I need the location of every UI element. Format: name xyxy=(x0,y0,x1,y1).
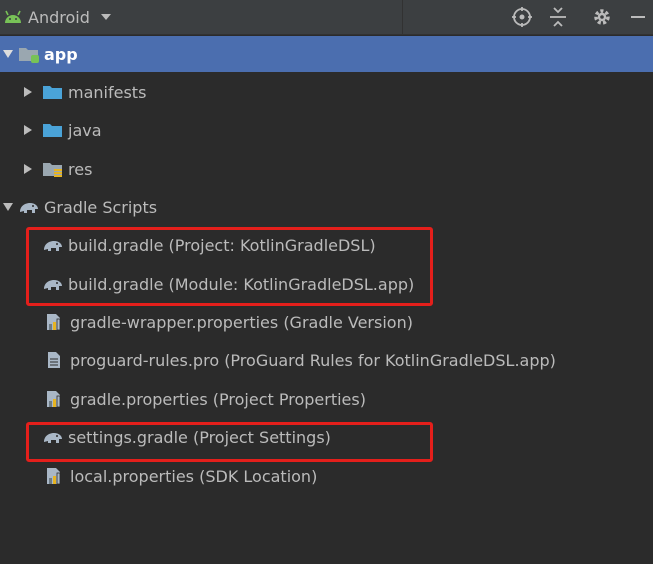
tree-item-res[interactable]: res xyxy=(0,151,653,187)
tree-item-label: app xyxy=(44,44,78,64)
expanded-arrow-icon xyxy=(3,203,13,211)
folder-icon xyxy=(43,124,62,137)
gradle-elephant-icon xyxy=(20,203,38,213)
tree-item-label: proguard-rules.pro (ProGuard Rules for K… xyxy=(70,350,556,370)
properties-file-icon xyxy=(47,391,61,408)
module-folder-icon xyxy=(19,48,39,63)
highlight-box-build-gradle xyxy=(26,227,433,306)
android-icon xyxy=(5,10,21,23)
collapse-all-icon[interactable] xyxy=(546,5,570,29)
tree-item-gradle-scripts[interactable]: Gradle Scripts xyxy=(0,189,653,225)
tree-item-java[interactable]: java xyxy=(0,112,653,148)
tree-item-label: local.properties (SDK Location) xyxy=(70,466,318,486)
project-toolbar: Android xyxy=(0,0,653,35)
tree-item-gradle-wrapper-properties[interactable]: gradle-wrapper.properties (Gradle Versio… xyxy=(0,304,653,340)
collapsed-arrow-icon xyxy=(24,87,32,97)
tree-item-local-properties[interactable]: local.properties (SDK Location) xyxy=(0,458,653,494)
gear-icon[interactable] xyxy=(590,5,614,29)
view-selector-label: Android xyxy=(28,7,90,27)
collapsed-arrow-icon xyxy=(24,125,32,135)
locate-icon[interactable] xyxy=(510,5,534,29)
toolbar-divider xyxy=(402,0,403,34)
minimize-icon[interactable] xyxy=(626,5,650,29)
chevron-down-icon xyxy=(100,14,111,20)
tree-item-label: java xyxy=(68,120,102,140)
collapsed-arrow-icon xyxy=(24,164,32,174)
tree-item-proguard-rules[interactable]: proguard-rules.pro (ProGuard Rules for K… xyxy=(0,342,653,378)
text-file-icon xyxy=(48,352,60,368)
tree-item-label: res xyxy=(68,159,93,179)
properties-file-icon xyxy=(47,314,61,331)
tree-item-manifests[interactable]: manifests xyxy=(0,74,653,110)
resource-folder-icon xyxy=(43,163,62,177)
tree-item-label: manifests xyxy=(68,82,147,102)
view-selector[interactable]: Android xyxy=(4,5,112,29)
tree-item-label: gradle.properties (Project Properties) xyxy=(70,389,366,409)
tree-item-label: gradle-wrapper.properties (Gradle Versio… xyxy=(70,312,413,332)
expanded-arrow-icon xyxy=(3,50,13,58)
highlight-box-settings-gradle xyxy=(26,422,433,462)
tree-item-app[interactable]: app xyxy=(0,36,653,72)
properties-file-icon xyxy=(47,468,61,485)
folder-icon xyxy=(43,86,62,99)
tree-item-label: Gradle Scripts xyxy=(44,197,158,217)
tree-item-gradle-properties[interactable]: gradle.properties (Project Properties) xyxy=(0,381,653,417)
